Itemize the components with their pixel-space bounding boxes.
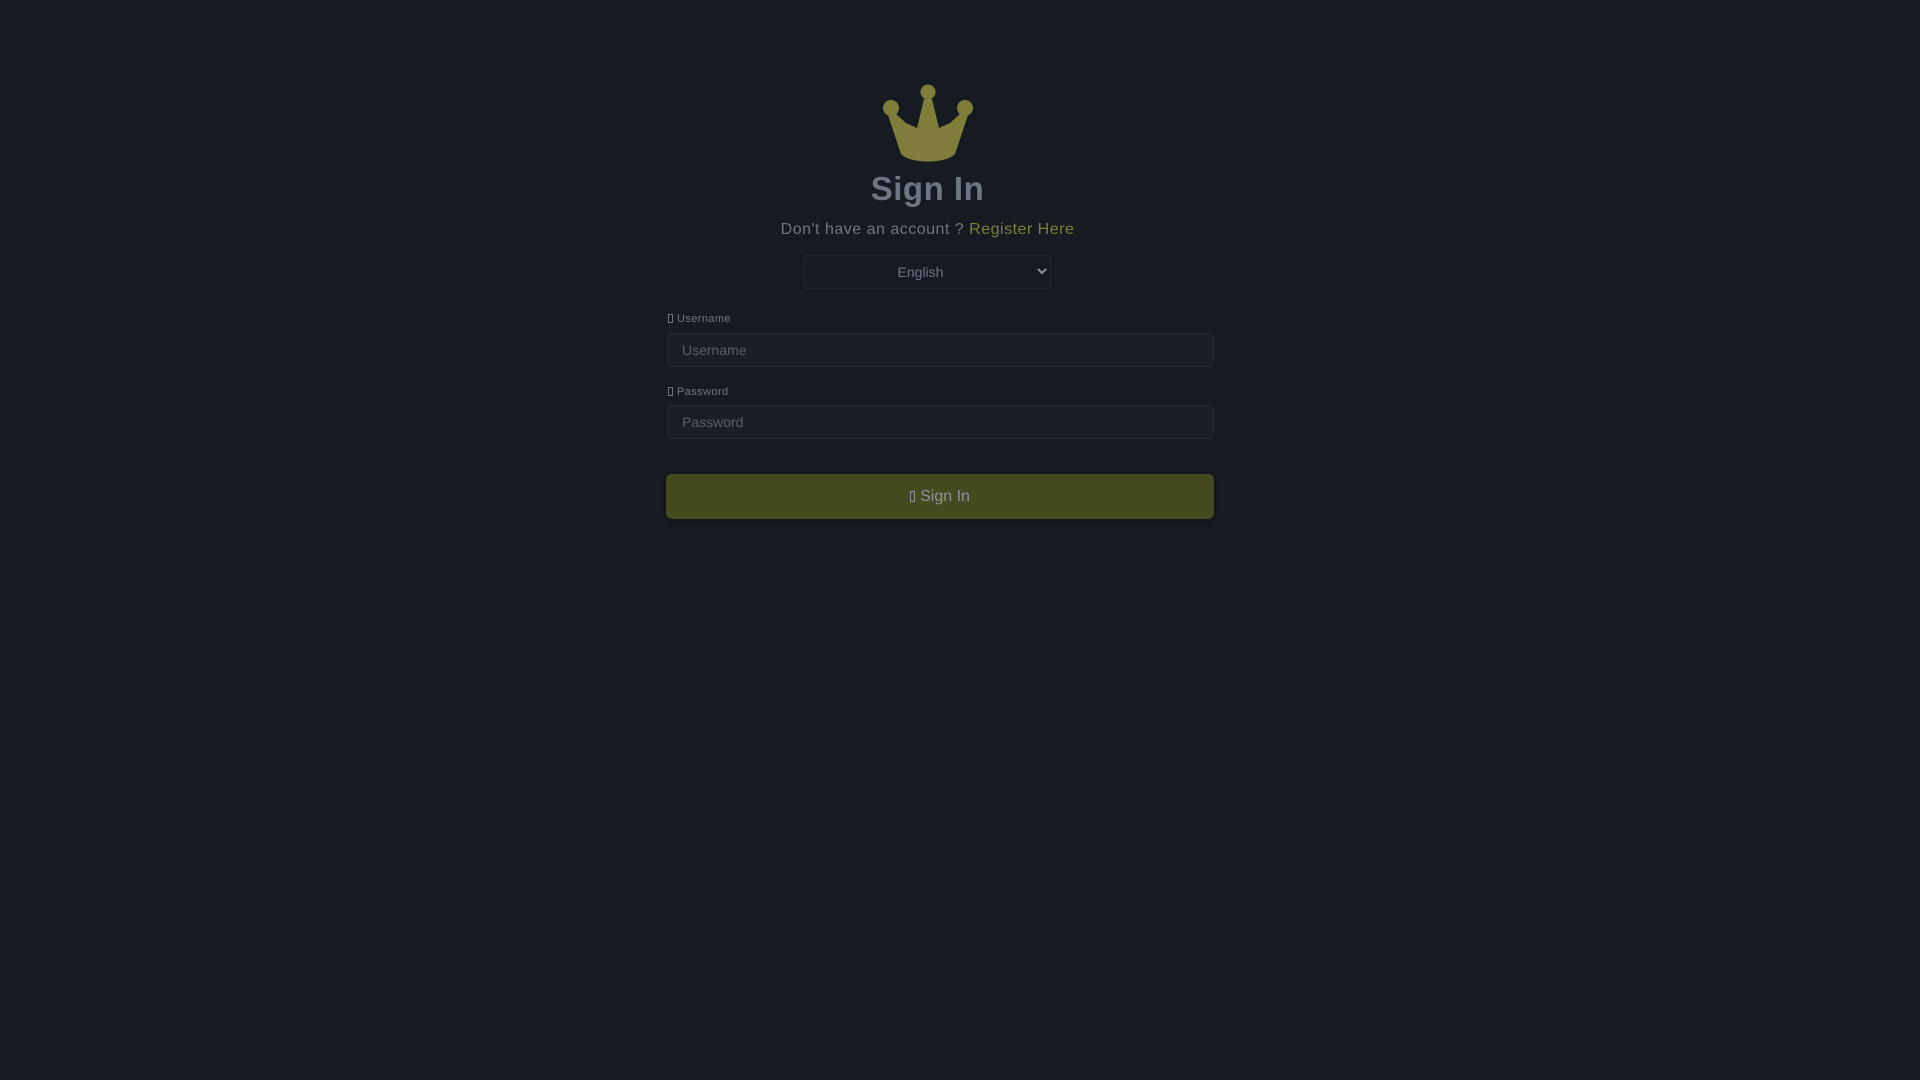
username-label: Username	[668, 313, 731, 325]
register-prompt-text: Don't have an account ?	[780, 221, 965, 238]
username-label-text: Username	[677, 313, 731, 325]
crown-icon	[883, 82, 973, 166]
register-link[interactable]: Register Here	[969, 221, 1074, 238]
user-icon	[668, 314, 673, 323]
password-label: Password	[668, 386, 729, 398]
page-title: Sign In	[870, 170, 985, 207]
password-input[interactable]	[667, 405, 1214, 439]
username-input[interactable]	[667, 333, 1214, 367]
lock-icon	[668, 387, 673, 396]
sign-in-button-label: Sign In	[920, 487, 970, 505]
login-page: Sign In Don't have an account ? Register…	[0, 0, 1920, 1080]
sign-in-icon	[910, 491, 916, 502]
language-select[interactable]: English	[804, 255, 1051, 289]
password-label-text: Password	[677, 386, 729, 398]
sign-in-button[interactable]: Sign In	[666, 474, 1214, 519]
register-prompt: Don't have an account ? Register Here	[0, 221, 1855, 239]
